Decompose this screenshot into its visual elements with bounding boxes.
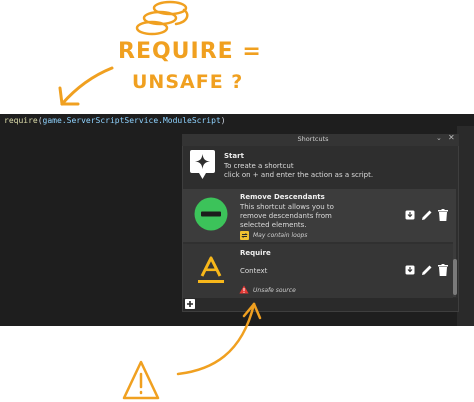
download-icon[interactable] bbox=[405, 210, 415, 220]
annotation-text: REQUIRE = UNSAFE ? bbox=[118, 39, 262, 93]
item-desc-line: This shortcut allows you to bbox=[240, 203, 334, 211]
trash-icon[interactable] bbox=[438, 264, 448, 276]
trash-icon[interactable] bbox=[438, 209, 448, 221]
item-description: Context bbox=[240, 267, 268, 275]
start-desc-line: To create a shortcut bbox=[224, 162, 294, 170]
code-paren-close: ) bbox=[220, 116, 226, 125]
letter-a-icon bbox=[198, 256, 224, 283]
list-scrollbar[interactable] bbox=[453, 259, 457, 295]
widget-title: Shortcuts bbox=[297, 135, 329, 143]
item-title: Require bbox=[240, 249, 271, 257]
start-title: Start bbox=[224, 152, 244, 160]
sparkle-icon bbox=[190, 150, 215, 179]
item-desc-line: remove descendants from bbox=[240, 212, 332, 220]
arrow-to-code-doodle bbox=[58, 66, 114, 106]
annotation-line2: UNSAFE ? bbox=[132, 71, 243, 93]
item-warning: May contain loops bbox=[253, 232, 308, 239]
item-desc-line: selected elements. bbox=[240, 221, 307, 229]
curved-arrow-doodle bbox=[176, 302, 262, 376]
code-path: game.ServerScriptService.ModuleScript bbox=[42, 116, 221, 125]
unsafe-warning-icon bbox=[239, 285, 249, 294]
start-desc-line: click on + and enter the action as a scr… bbox=[224, 171, 374, 179]
download-icon[interactable] bbox=[405, 265, 415, 275]
pencil-icon[interactable] bbox=[421, 209, 433, 221]
warning-triangle-doodle bbox=[122, 360, 160, 400]
annotation-line1: REQUIRE = bbox=[118, 39, 262, 64]
close-button[interactable]: ✕ bbox=[448, 133, 455, 142]
loop-warning-icon bbox=[240, 231, 249, 240]
pencil-icon[interactable] bbox=[421, 264, 433, 276]
code-function: require bbox=[4, 116, 38, 125]
code-line[interactable]: require(game.ServerScriptService.ModuleS… bbox=[4, 116, 226, 125]
editor-side-panel bbox=[457, 126, 474, 326]
start-description: To create a shortcut click on + and ente… bbox=[224, 162, 404, 180]
minus-circle-icon bbox=[194, 197, 228, 231]
item-description: This shortcut allows you to remove desce… bbox=[240, 203, 334, 230]
item-warning: Unsafe source bbox=[253, 287, 296, 294]
item-title: Remove Descendants bbox=[240, 193, 325, 201]
collapse-button[interactable]: ⌄ bbox=[436, 134, 442, 142]
